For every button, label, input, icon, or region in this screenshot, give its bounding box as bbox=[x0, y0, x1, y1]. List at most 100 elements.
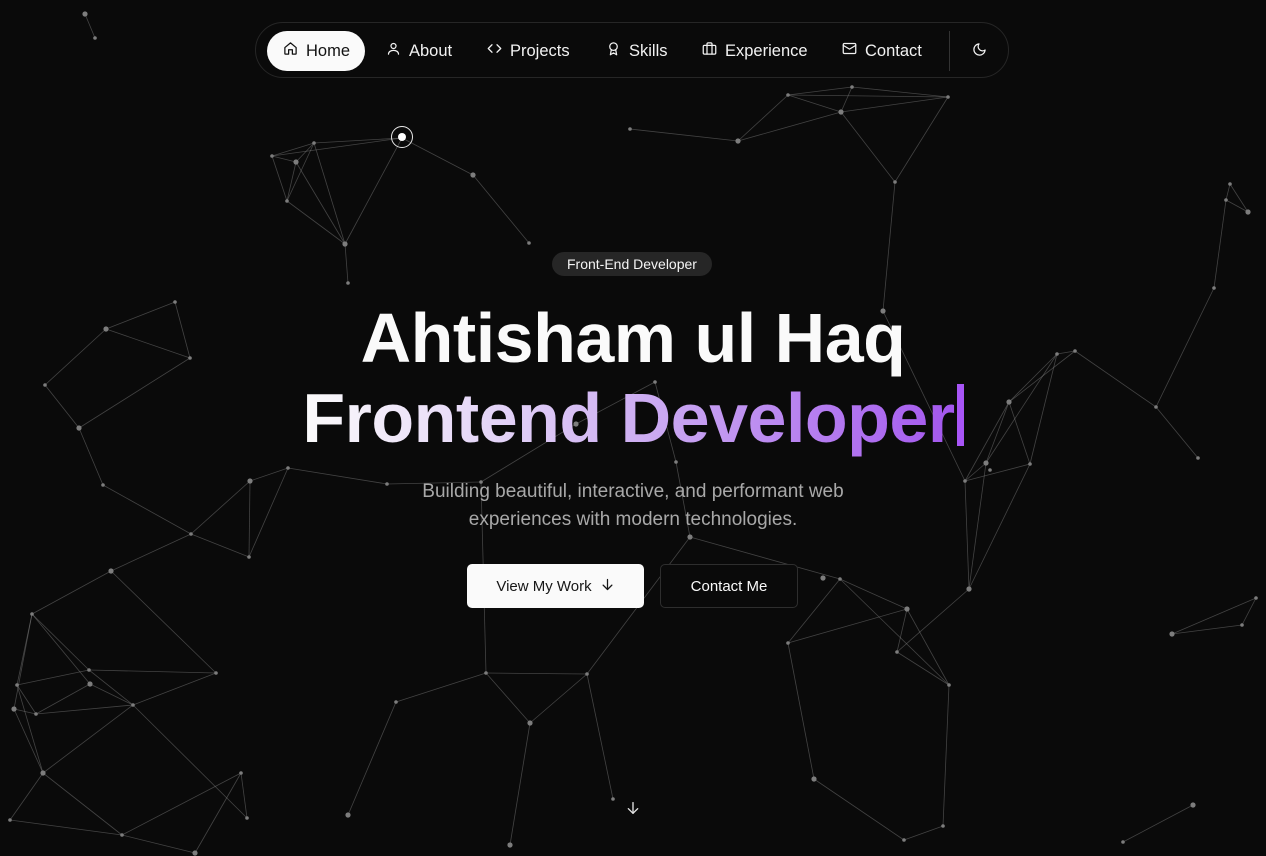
network-node bbox=[1245, 209, 1251, 215]
network-node bbox=[108, 568, 114, 574]
typing-caret bbox=[956, 384, 964, 446]
network-node bbox=[245, 816, 249, 820]
network-node bbox=[93, 36, 97, 40]
network-node bbox=[966, 586, 972, 592]
network-link bbox=[851, 86, 949, 98]
nav-experience[interactable]: Experience bbox=[702, 31, 808, 71]
network-link bbox=[942, 684, 950, 827]
network-node bbox=[120, 833, 124, 837]
network-node bbox=[1254, 596, 1258, 600]
network-link bbox=[313, 142, 346, 245]
network-link bbox=[271, 155, 297, 163]
network-link bbox=[395, 672, 487, 703]
nav-projects-label: Projects bbox=[510, 41, 570, 60]
network-link bbox=[485, 672, 531, 724]
network-link bbox=[894, 96, 949, 183]
network-link bbox=[271, 137, 403, 157]
network-link bbox=[896, 608, 908, 653]
network-link bbox=[840, 111, 896, 183]
nav-skills-label: Skills bbox=[629, 41, 668, 60]
nav-experience-label: Experience bbox=[725, 41, 808, 60]
briefcase-icon bbox=[702, 41, 717, 61]
network-node bbox=[838, 109, 844, 115]
network-node bbox=[484, 671, 488, 675]
network-node bbox=[811, 776, 817, 782]
network-node bbox=[507, 842, 513, 848]
network-node bbox=[838, 577, 842, 581]
network-node bbox=[820, 575, 826, 581]
network-node bbox=[312, 141, 316, 145]
network-link bbox=[9, 772, 44, 821]
network-node bbox=[470, 172, 476, 178]
nav-contact[interactable]: Contact bbox=[842, 31, 922, 71]
network-link bbox=[84, 13, 96, 39]
network-node bbox=[270, 154, 274, 158]
theme-toggle-button[interactable] bbox=[966, 39, 992, 65]
network-link bbox=[787, 608, 908, 644]
user-icon bbox=[386, 41, 401, 61]
network-link bbox=[248, 480, 251, 558]
network-link bbox=[16, 669, 90, 686]
network-link bbox=[121, 834, 196, 854]
code-icon bbox=[487, 41, 502, 61]
network-link bbox=[248, 467, 289, 558]
network-node bbox=[687, 534, 693, 540]
view-my-work-button[interactable]: View My Work bbox=[467, 564, 644, 608]
network-link bbox=[813, 778, 905, 841]
network-link bbox=[31, 613, 90, 671]
network-link bbox=[896, 651, 950, 686]
network-node bbox=[247, 555, 251, 559]
network-node bbox=[101, 483, 105, 487]
nav-home[interactable]: Home bbox=[267, 31, 366, 71]
hero-subtitle: Building beautiful, interactive, and per… bbox=[422, 481, 844, 530]
network-link bbox=[88, 669, 134, 706]
cursor-dot bbox=[398, 133, 406, 141]
network-node bbox=[527, 720, 533, 726]
network-node bbox=[904, 606, 910, 612]
network-link bbox=[31, 570, 112, 615]
network-link bbox=[286, 161, 297, 202]
network-node bbox=[8, 818, 12, 822]
network-node bbox=[34, 712, 38, 716]
scroll-down-icon[interactable] bbox=[625, 800, 641, 816]
nav-about[interactable]: About bbox=[386, 31, 452, 71]
network-link bbox=[132, 672, 217, 706]
network-node bbox=[895, 650, 899, 654]
network-node bbox=[1169, 631, 1175, 637]
network-link bbox=[295, 161, 346, 245]
contact-me-button[interactable]: Contact Me bbox=[660, 564, 798, 608]
network-link bbox=[839, 578, 950, 686]
network-node bbox=[1212, 286, 1216, 290]
network-node bbox=[342, 241, 348, 247]
network-link bbox=[472, 174, 530, 244]
network-link bbox=[903, 825, 944, 841]
network-node bbox=[189, 532, 193, 536]
network-node bbox=[192, 850, 198, 856]
network-node bbox=[893, 180, 897, 184]
nav-contact-label: Contact bbox=[865, 41, 922, 60]
network-link bbox=[840, 96, 949, 113]
network-link bbox=[1213, 199, 1227, 289]
network-link bbox=[132, 704, 248, 819]
nav-skills[interactable]: Skills bbox=[606, 31, 668, 71]
nav-projects[interactable]: Projects bbox=[487, 31, 570, 71]
network-node bbox=[345, 812, 351, 818]
network-node bbox=[87, 668, 91, 672]
network-node bbox=[87, 681, 93, 687]
network-link bbox=[787, 642, 815, 780]
network-node bbox=[611, 797, 615, 801]
network-node bbox=[941, 824, 945, 828]
network-link bbox=[190, 533, 250, 558]
network-link bbox=[88, 669, 217, 674]
network-link bbox=[313, 137, 403, 144]
network-node bbox=[131, 703, 135, 707]
nav-home-label: Home bbox=[306, 41, 351, 60]
home-icon bbox=[283, 41, 298, 61]
nav-divider bbox=[949, 31, 950, 71]
network-link bbox=[529, 673, 588, 724]
network-link bbox=[89, 683, 134, 706]
network-link bbox=[964, 480, 970, 590]
network-link bbox=[586, 673, 614, 800]
network-node bbox=[82, 11, 88, 17]
network-node bbox=[11, 706, 17, 712]
